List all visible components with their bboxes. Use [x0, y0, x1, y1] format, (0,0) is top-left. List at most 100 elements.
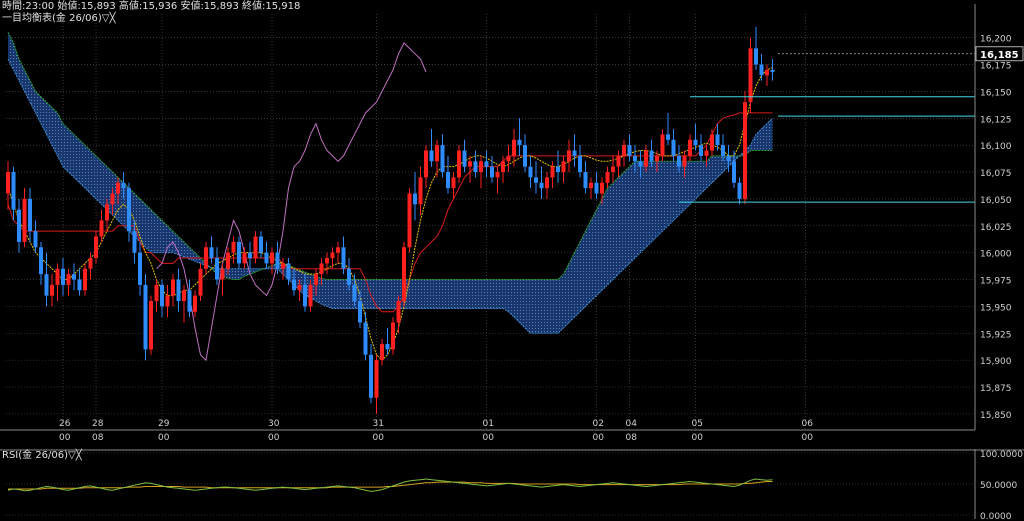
- time-tick-hour: 00: [373, 433, 385, 443]
- candle-body: [116, 182, 120, 194]
- candle-body: [198, 268, 203, 296]
- candle-body: [396, 301, 401, 323]
- candle-body: [138, 252, 142, 285]
- candle-body: [154, 284, 159, 302]
- candle-body: [638, 161, 643, 167]
- time-tick-hour: 08: [92, 433, 104, 443]
- price-tick-label: 15,975: [980, 277, 1012, 287]
- candle-body: [264, 252, 269, 264]
- candle-body: [88, 258, 93, 269]
- candle-body: [715, 134, 720, 146]
- candle-body: [759, 64, 764, 76]
- candle-body: [55, 268, 60, 285]
- candle-body: [66, 274, 71, 285]
- candle-body: [611, 166, 615, 173]
- candle-body: [182, 290, 186, 302]
- candle-body: [259, 236, 263, 253]
- price-chart[interactable]: 16,185 16,200 16,175 16,150 16,125 16,100 16,…: [0, 0, 1024, 445]
- time-tick-day: 30: [268, 419, 280, 429]
- candle-body: [556, 166, 560, 173]
- candle-body: [220, 268, 225, 280]
- rsi-chart[interactable]: 100.0000 50.0000 0.0000: [0, 449, 1024, 519]
- candle-body: [440, 145, 445, 173]
- candle-body: [226, 252, 230, 269]
- candle-body: [490, 166, 494, 178]
- price-tick-label: 16,025: [980, 223, 1012, 233]
- candle-body: [297, 284, 302, 291]
- candle-body: [143, 284, 148, 350]
- candle-body: [550, 166, 555, 178]
- price-tick-label: 16,000: [980, 250, 1012, 260]
- candle-body: [534, 177, 538, 183]
- candle-body: [539, 182, 544, 189]
- candle-body: [72, 274, 76, 280]
- candle-body: [649, 150, 654, 162]
- candle-body: [242, 252, 247, 264]
- price-tick-label: 16,150: [980, 88, 1012, 98]
- candle-body: [341, 247, 346, 269]
- candle-body: [369, 354, 373, 398]
- time-tick-hour: 00: [593, 433, 605, 443]
- time-tick-hour: 00: [59, 433, 71, 443]
- candle-body: [418, 177, 423, 205]
- candle-body: [330, 252, 335, 259]
- candle-body: [495, 172, 500, 178]
- rsi-label[interactable]: RSI(金 26/06)▽╳: [2, 450, 82, 462]
- candle-body: [594, 182, 599, 194]
- time-tick-day: 05: [692, 419, 703, 429]
- candle-body: [385, 344, 390, 350]
- candle-body: [451, 177, 456, 189]
- time-tick-day: 02: [593, 419, 604, 429]
- candle-body: [484, 161, 489, 167]
- candle-body: [17, 209, 21, 242]
- candle-body: [622, 145, 626, 156]
- time-tick-hour: 08: [626, 433, 638, 443]
- current-price-label: 16,185: [980, 50, 1019, 61]
- candle-body: [127, 188, 131, 232]
- candle-body: [583, 172, 588, 189]
- candle-body: [462, 150, 467, 167]
- candle-body: [270, 252, 274, 264]
- rsi-tick-label: 50.0000: [980, 481, 1017, 491]
- candle-body: [110, 193, 115, 205]
- candle-body: [666, 134, 670, 140]
- candle-body: [50, 284, 54, 296]
- candle-body: [99, 220, 104, 237]
- price-tick-label: 15,875: [980, 384, 1012, 394]
- candle-body: [286, 263, 291, 280]
- ohlc-readout: 時間:23:00 始値:15,893 高値:15,936 安値:15,893 終…: [2, 1, 301, 12]
- price-tick-label: 16,050: [980, 196, 1012, 206]
- candle-body: [429, 150, 434, 162]
- candle-body: [473, 161, 478, 173]
- candle-body: [132, 231, 137, 253]
- candle-body: [693, 139, 698, 146]
- candle-body: [33, 231, 38, 248]
- candle-body: [11, 172, 16, 210]
- candle-body: [523, 145, 527, 167]
- candle-body: [633, 155, 637, 162]
- candle-body: [61, 268, 65, 285]
- candle-body: [352, 284, 357, 302]
- candle-body: [754, 48, 758, 65]
- candle-body: [171, 279, 175, 296]
- candle-body: [660, 134, 665, 156]
- ichimoku-label[interactable]: 一目均衡表(金 26/06)▽╳: [2, 13, 116, 25]
- candle-body: [605, 172, 610, 183]
- candle-body: [424, 150, 428, 178]
- candle-body: [721, 145, 725, 156]
- candle-body: [176, 279, 181, 302]
- candle-body: [319, 263, 324, 275]
- candle-body: [391, 322, 395, 350]
- candle-body: [325, 258, 329, 264]
- candle-body: [347, 268, 351, 285]
- candle-body: [39, 247, 43, 275]
- candle-body: [704, 150, 709, 156]
- time-tick-day: 06: [802, 419, 814, 429]
- candle-body: [121, 182, 126, 189]
- candle-body: [501, 161, 505, 173]
- time-tick-day: 31: [373, 419, 384, 429]
- candle-body: [545, 177, 549, 189]
- candle-body: [506, 155, 511, 162]
- time-tick-day: 04: [626, 419, 638, 429]
- price-tick-label: 15,925: [980, 330, 1012, 340]
